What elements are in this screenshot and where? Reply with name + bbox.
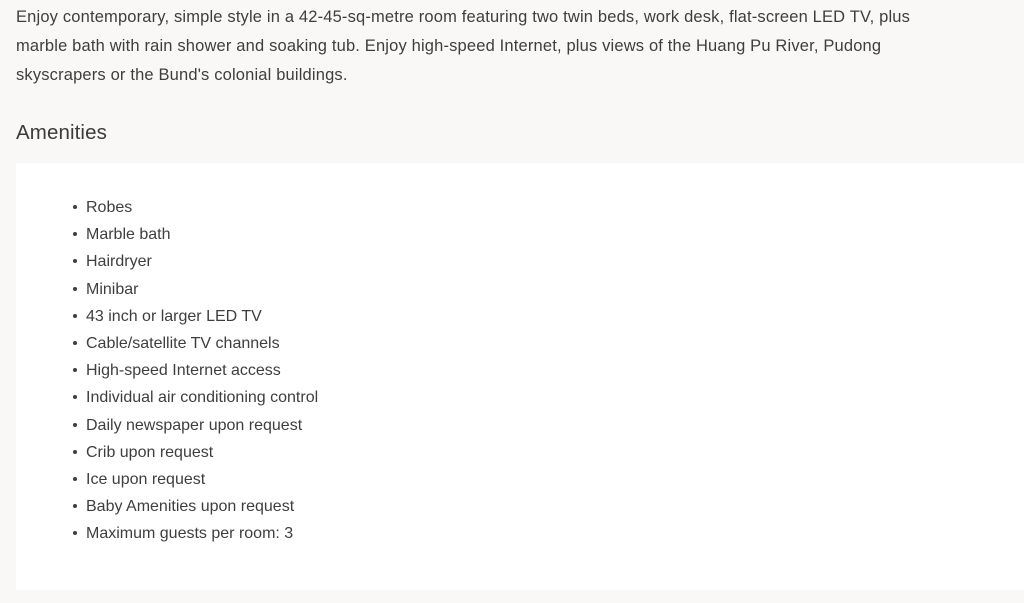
list-item: Maximum guests per room: 3 (73, 520, 318, 547)
amenities-heading: Amenities (16, 121, 107, 144)
list-item: Ice upon request (73, 466, 318, 493)
bullet-icon (73, 504, 77, 509)
list-item-label: Robes (86, 199, 133, 216)
list-item: Baby Amenities upon request (73, 493, 318, 520)
list-item: Crib upon request (73, 439, 318, 466)
amenities-card: Robes Marble bath Hairdryer Minibar 43 i… (16, 163, 1024, 590)
bullet-icon (73, 205, 77, 209)
list-item-label: 43 inch or larger LED TV (86, 307, 262, 325)
bullet-icon (73, 449, 77, 454)
list-item: Minibar (73, 276, 318, 303)
bullet-icon (73, 477, 77, 482)
bullet-icon (73, 232, 77, 237)
list-item: Individual air conditioning control (73, 384, 318, 411)
list-item-label: High-speed Internet access (86, 362, 281, 380)
list-item: Daily newspaper upon request (73, 412, 318, 439)
list-item-label: Ice upon request (86, 471, 206, 489)
bottom-strip (0, 590, 1024, 603)
bullet-icon (73, 422, 77, 427)
list-item-label: Maximum guests per room: 3 (86, 525, 294, 543)
list-item: High-speed Internet access (73, 357, 318, 384)
bullet-icon (73, 313, 77, 318)
room-description-text: Enjoy contemporary, simple style in a 42… (16, 8, 911, 84)
bullet-icon (73, 259, 77, 264)
room-details-page: Enjoy contemporary, simple style in a 42… (0, 0, 1024, 603)
list-item-label: Marble bath (86, 226, 171, 244)
list-item: 43 inch or larger LED TV (73, 303, 318, 330)
list-item-label: Hairdryer (86, 253, 152, 271)
bullet-icon (73, 341, 77, 346)
list-item-label: Daily newspaper upon request (86, 416, 303, 434)
amenities-list: Robes Marble bath Hairdryer Minibar 43 i… (16, 163, 318, 548)
bullet-icon (73, 286, 77, 291)
list-item: Hairdryer (73, 248, 318, 275)
list-item-label: Minibar (86, 280, 139, 298)
list-item-label: Baby Amenities upon request (86, 498, 295, 516)
list-item-label: Individual air conditioning control (86, 389, 319, 407)
left-gutter (0, 163, 16, 590)
list-item: Cable/satellite TV channels (73, 330, 318, 357)
list-item: Robes (73, 194, 318, 221)
list-item-label: Cable/satellite TV channels (86, 335, 280, 353)
list-item-label: Crib upon request (86, 443, 214, 461)
list-item: Marble bath (73, 221, 318, 248)
bullet-icon (73, 368, 77, 373)
bullet-icon (73, 395, 77, 400)
bullet-icon (73, 531, 77, 536)
room-description-section: Enjoy contemporary, simple style in a 42… (0, 0, 1024, 163)
